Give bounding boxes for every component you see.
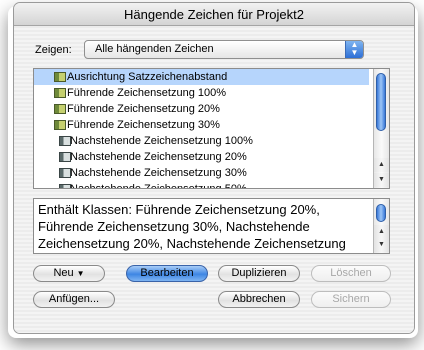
new-button[interactable]: Neu ▼ xyxy=(33,265,105,282)
scroll-up-icon[interactable]: ▲ xyxy=(374,158,389,172)
list-item-label: Nachstehende Zeichensetzung 20% xyxy=(70,151,247,163)
list-item[interactable]: Nachstehende Zeichensetzung 50% xyxy=(34,181,369,189)
list-item-label: Nachstehende Zeichensetzung 30% xyxy=(70,167,247,179)
title-bar[interactable]: Hängende Zeichen für Projekt2 xyxy=(14,3,414,26)
edit-button[interactable]: Bearbeiten xyxy=(126,265,208,282)
delete-button[interactable]: Löschen xyxy=(311,265,391,282)
description-scroll-thumb[interactable] xyxy=(376,204,386,222)
dropdown-triangle-icon: ▼ xyxy=(76,269,85,278)
list-item[interactable]: Führende Zeichensetzung 100% xyxy=(34,85,369,101)
list-item-label: Führende Zeichensetzung 20% xyxy=(67,103,220,115)
list-item-label: Nachstehende Zeichensetzung 50% xyxy=(70,183,247,189)
dialog-content: Zeigen: Alle hängenden Zeichen ▲ ▼ Ausric… xyxy=(14,26,414,333)
dialog-window: Hängende Zeichen für Projekt2 Zeigen: Al… xyxy=(13,2,415,334)
list-item[interactable]: Nachstehende Zeichensetzung 30% xyxy=(34,165,369,181)
duplicate-button[interactable]: Duplizieren xyxy=(218,265,300,282)
show-label: Zeigen: xyxy=(35,44,72,56)
show-filter-value: Alle hängenden Zeichen xyxy=(95,43,214,55)
list-item[interactable]: Führende Zeichensetzung 20% xyxy=(34,101,369,117)
list-item[interactable]: Ausrichtung Satzzeichenabstand xyxy=(34,69,369,85)
char-set-icon xyxy=(54,72,66,82)
list-scrollbar[interactable]: ▲ ▼ xyxy=(373,69,389,188)
list-items: Ausrichtung Satzzeichenabstand Führende Z… xyxy=(34,69,369,189)
list-item-label: Führende Zeichensetzung 100% xyxy=(67,87,226,99)
list-item-label: Ausrichtung Satzzeichenabstand xyxy=(67,71,228,83)
list-item-label: Nachstehende Zeichensetzung 100% xyxy=(70,135,253,147)
show-filter-popup[interactable]: Alle hängenden Zeichen ▲ ▼ xyxy=(84,40,364,59)
description-text: Enthält Klassen: Führende Zeichensetzung… xyxy=(38,202,346,251)
list-item[interactable]: Nachstehende Zeichensetzung 100% xyxy=(34,133,369,149)
description-scrollbar[interactable]: ▲ ▼ xyxy=(373,199,389,253)
list-item[interactable]: Führende Zeichensetzung 30% xyxy=(34,117,369,133)
list-item-label: Führende Zeichensetzung 30% xyxy=(67,119,220,131)
list-scroll-thumb[interactable] xyxy=(376,73,386,131)
append-button[interactable]: Anfügen... xyxy=(33,291,115,308)
popup-arrows-icon: ▲ ▼ xyxy=(345,41,363,58)
desc-scroll-up-icon[interactable]: ▲ xyxy=(374,225,389,239)
description-box: Enthält Klassen: Führende Zeichensetzung… xyxy=(33,198,390,254)
save-button[interactable]: Sichern xyxy=(311,291,391,308)
cancel-button[interactable]: Abbrechen xyxy=(218,291,300,308)
desc-scroll-down-icon[interactable]: ▼ xyxy=(374,238,389,252)
hanging-chars-list[interactable]: Ausrichtung Satzzeichenabstand Führende Z… xyxy=(33,68,390,189)
char-set-icon xyxy=(54,88,66,98)
char-set-icon xyxy=(54,104,66,114)
new-button-label: Neu xyxy=(53,267,74,279)
char-set-icon xyxy=(54,120,66,130)
list-item[interactable]: Nachstehende Zeichensetzung 20% xyxy=(34,149,369,165)
window-title: Hängende Zeichen für Projekt2 xyxy=(124,7,304,22)
scroll-down-icon[interactable]: ▼ xyxy=(374,173,389,187)
